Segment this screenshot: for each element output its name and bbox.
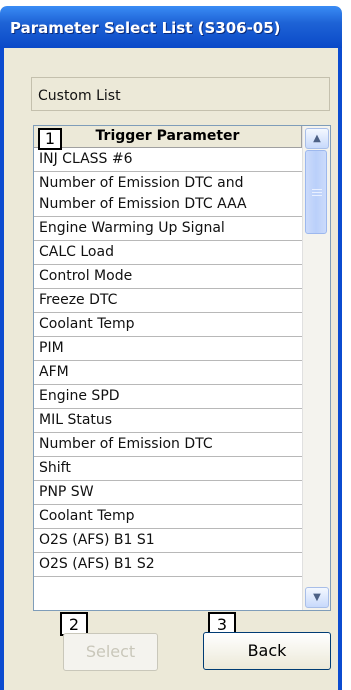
- title-bar: Parameter Select List (S306-05): [0, 6, 342, 48]
- list-item[interactable]: MIL Status: [34, 409, 302, 433]
- back-button[interactable]: Back: [203, 632, 331, 670]
- list-item[interactable]: Control Mode: [34, 265, 302, 289]
- list-rows: INJ CLASS #6 Number of Emission DTC and …: [34, 148, 302, 577]
- list-item[interactable]: Coolant Temp: [34, 505, 302, 529]
- thumb-grip-line: [312, 192, 322, 193]
- select-button[interactable]: Select: [63, 633, 158, 671]
- list-item[interactable]: INJ CLASS #6: [34, 148, 302, 172]
- window-title: Parameter Select List (S306-05): [10, 19, 281, 37]
- column-header-label: Trigger Parameter: [95, 128, 240, 144]
- list-item[interactable]: Freeze DTC: [34, 289, 302, 313]
- list-item[interactable]: Shift: [34, 457, 302, 481]
- window-frame-left: [0, 48, 4, 690]
- list-item[interactable]: AFM: [34, 361, 302, 385]
- list-item[interactable]: Engine Warming Up Signal: [34, 217, 302, 241]
- thumb-grip-line: [312, 189, 322, 190]
- list-item[interactable]: O2S (AFS) B1 S1: [34, 529, 302, 553]
- scroll-down-arrow-icon[interactable]: ▼: [305, 587, 329, 608]
- vertical-scrollbar[interactable]: ▲ ▼: [302, 126, 330, 610]
- list-item[interactable]: Number of Emission DTC: [34, 433, 302, 457]
- list-item[interactable]: O2S (AFS) B1 S2: [34, 553, 302, 577]
- parameter-select-window: Parameter Select List (S306-05) Custom L…: [0, 6, 342, 690]
- list-item[interactable]: Engine SPD: [34, 385, 302, 409]
- thumb-grip-line: [312, 195, 322, 196]
- scroll-up-arrow-icon[interactable]: ▲: [305, 128, 329, 149]
- list-item[interactable]: CALC Load: [34, 241, 302, 265]
- scrollbar-thumb[interactable]: [305, 150, 327, 234]
- trigger-parameter-list[interactable]: Trigger Parameter INJ CLASS #6 Number of…: [33, 125, 331, 611]
- column-header-trigger-parameter[interactable]: Trigger Parameter: [34, 126, 302, 148]
- list-item[interactable]: Number of Emission DTC and Number of Emi…: [34, 172, 302, 217]
- list-item[interactable]: PNP SW: [34, 481, 302, 505]
- callout-1: 1: [38, 128, 62, 150]
- custom-list-label: Custom List: [31, 77, 330, 111]
- list-item[interactable]: PIM: [34, 337, 302, 361]
- list-item[interactable]: Coolant Temp: [34, 313, 302, 337]
- window-frame-right: [338, 48, 342, 690]
